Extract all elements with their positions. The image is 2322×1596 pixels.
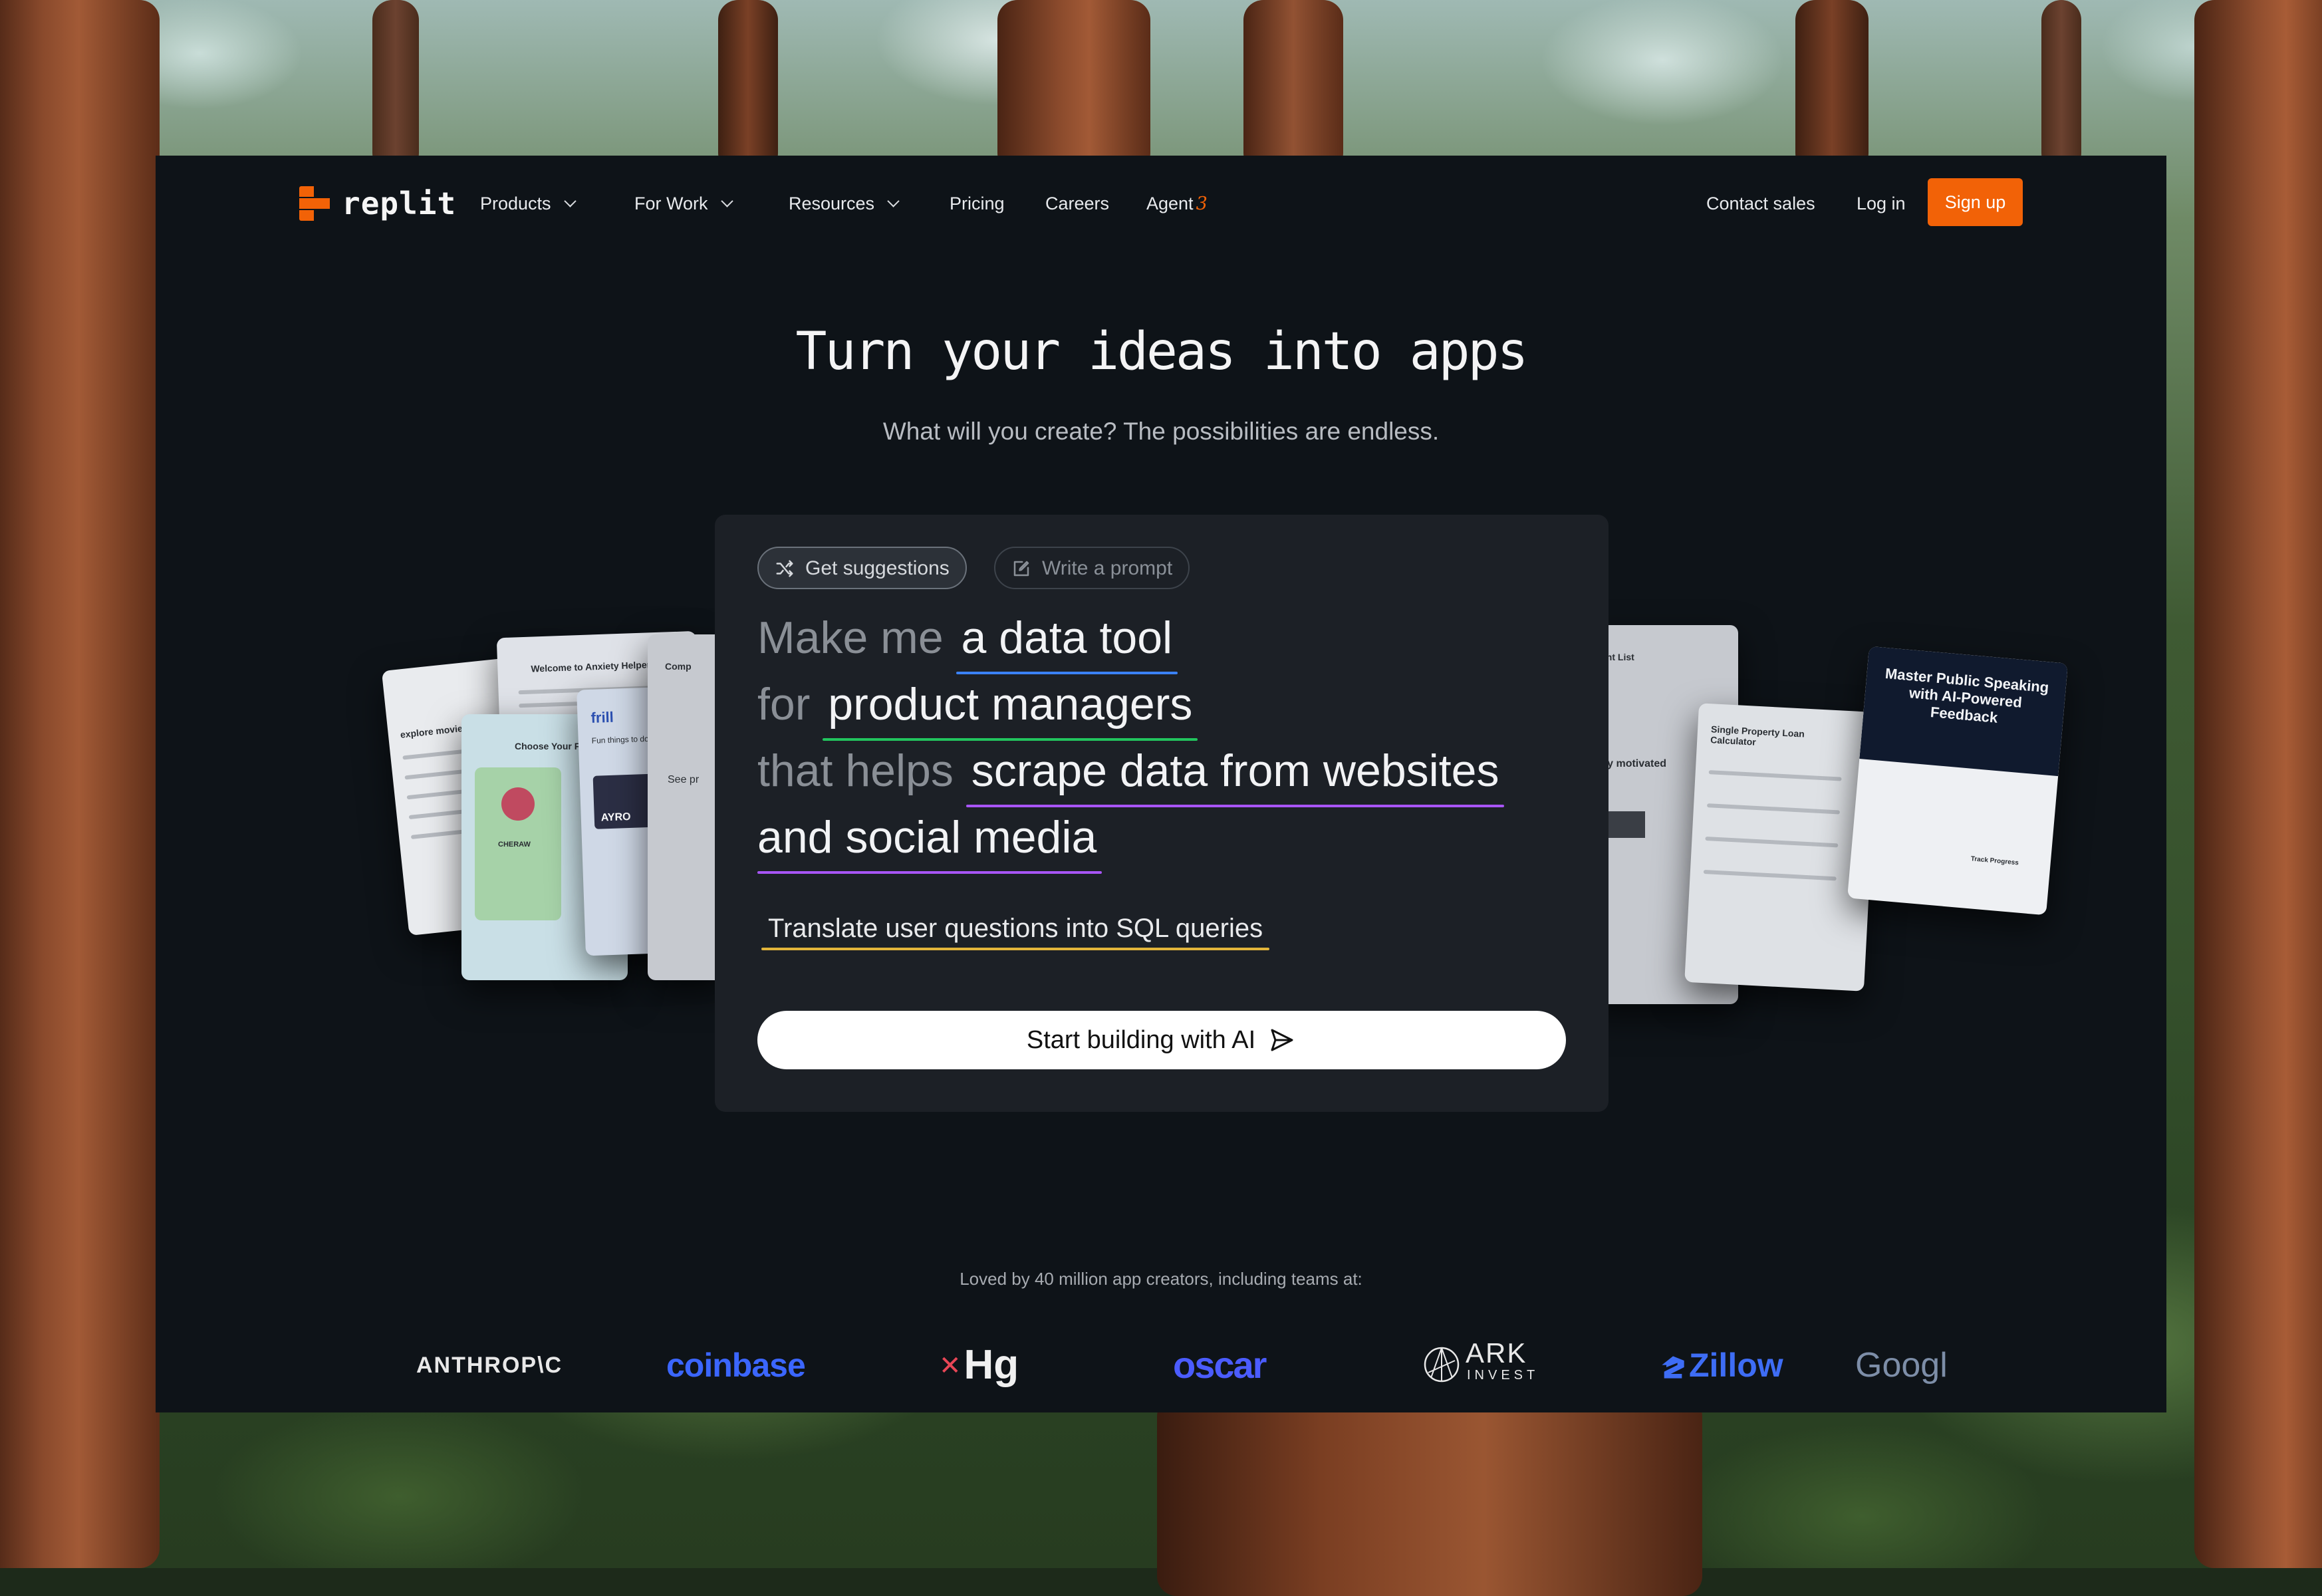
prompt-prefix: Make me (757, 612, 944, 663)
hg-logo: ✕Hg (939, 1342, 1019, 1389)
preview-card-subtitle: Track Progress (1970, 855, 2019, 867)
preview-card-title: Comp (665, 661, 692, 672)
nav-resources[interactable]: Resources (789, 189, 900, 218)
anthropic-logo: ANTHROP\C (416, 1353, 563, 1378)
prompt-value-text: a data tool (961, 612, 1173, 663)
social-proof-text: Loved by 40 million app creators, includ… (960, 1269, 1362, 1289)
zillow-logo: Zillow (1660, 1342, 1783, 1389)
prompt-box: Get suggestions Write a prompt Make me a… (715, 515, 1609, 1112)
get-suggestions-label: Get suggestions (805, 557, 950, 579)
prompt-line-3: that helps scrape data from websites (757, 741, 1505, 807)
tree-trunk (997, 0, 1150, 173)
ark-logo-subtext: INVEST (1467, 1368, 1539, 1383)
prompt-value-audience[interactable]: product managers (823, 674, 1198, 741)
agent-version-badge: 3 (1196, 194, 1208, 214)
suggestion-chip[interactable]: Translate user questions into SQL querie… (761, 914, 1270, 950)
tree-trunk (718, 0, 778, 173)
tree-trunk (1795, 0, 1869, 173)
google-logo: Googl (1855, 1346, 1948, 1385)
prompt-line-4: and social media (757, 807, 1102, 874)
coinbase-logo: coinbase (666, 1347, 806, 1384)
preview-card: Single Property Loan Calculator (1684, 703, 1878, 992)
sky-canopy (0, 0, 2322, 160)
preview-card-title: frill (590, 708, 614, 726)
log-in-link[interactable]: Log in (1857, 189, 1906, 218)
suggestion-underline (761, 948, 1270, 950)
prompt-prefix: for (757, 679, 811, 730)
send-icon (1271, 1029, 1293, 1051)
chevron-down-icon (563, 195, 577, 207)
preview-card-title: Choose Your Fr (515, 741, 584, 751)
zillow-house-icon (1662, 1356, 1684, 1379)
tree-trunk (1157, 1396, 1702, 1596)
ark-logo-text: ARK (1466, 1337, 1527, 1369)
chevron-down-icon (887, 195, 900, 207)
tree-trunk (0, 0, 160, 1568)
shuffle-icon (776, 560, 793, 577)
prompt-value-text: and social media (757, 812, 1097, 863)
replit-logo-icon (299, 186, 330, 221)
nav-for-work-label: For Work (634, 194, 708, 213)
nav-resources-label: Resources (789, 194, 875, 213)
hero-title: Turn your ideas into apps (795, 322, 1529, 382)
oscar-logo: oscar (1173, 1344, 1267, 1386)
nav-products-label: Products (480, 194, 551, 213)
preview-card: Master Public Speaking with AI-Powered F… (1847, 646, 2068, 916)
prompt-line-2: for product managers (757, 674, 1198, 741)
tree-trunk (372, 0, 419, 173)
chevron-down-icon (720, 195, 733, 207)
preview-card-label: CHERAW (498, 841, 531, 849)
preview-card-subtitle: See pr (668, 774, 700, 785)
write-a-prompt-tab[interactable]: Write a prompt (994, 547, 1190, 589)
write-a-prompt-label: Write a prompt (1042, 557, 1173, 579)
replit-logo[interactable]: replit (299, 185, 456, 222)
contact-sales-link[interactable]: Contact sales (1706, 189, 1815, 218)
preview-card-label: AYRO (600, 811, 631, 824)
prompt-value-task[interactable]: scrape data from websites (966, 741, 1505, 807)
hg-x-icon: ✕ (939, 1351, 962, 1381)
suggestion-text: Translate user questions into SQL querie… (768, 914, 1263, 943)
nav-pricing[interactable]: Pricing (950, 189, 1005, 218)
get-suggestions-tab[interactable]: Get suggestions (757, 547, 967, 589)
nav-products[interactable]: Products (480, 189, 577, 218)
prompt-line-1: Make me a data tool (757, 608, 1178, 674)
top-nav: replit Products For Work Resources Prici… (156, 156, 2166, 249)
start-building-button[interactable]: Start building with AI (757, 1011, 1566, 1069)
logo-text: replit (342, 186, 457, 221)
tree-trunk (2041, 0, 2081, 173)
nav-careers[interactable]: Careers (1045, 189, 1109, 218)
prompt-prefix: that helps (757, 745, 954, 796)
edit-icon (1013, 561, 1029, 577)
tree-trunk (1243, 0, 1343, 173)
ark-icon (1424, 1347, 1460, 1383)
nav-for-work[interactable]: For Work (634, 189, 733, 218)
preview-card-title: Welcome to Anxiety Helper (531, 659, 651, 674)
sign-up-button[interactable]: Sign up (1928, 178, 2023, 226)
hg-logo-text: Hg (964, 1342, 1019, 1388)
preview-card-title: Single Property Loan Calculator (1710, 724, 1805, 747)
zillow-logo-text: Zillow (1689, 1347, 1783, 1384)
start-building-label: Start building with AI (1026, 1026, 1256, 1054)
nav-agent-label: Agent (1146, 194, 1194, 213)
tree-trunk (2194, 0, 2322, 1568)
hero-subtitle: What will you create? The possibilities … (882, 418, 1440, 445)
nav-agent[interactable]: Agent 3 (1146, 189, 1208, 218)
prompt-value-task-cont[interactable]: and social media (757, 807, 1102, 874)
prompt-value-text: product managers (828, 679, 1193, 730)
replit-page: replit Products For Work Resources Prici… (156, 156, 2166, 1412)
prompt-value-tool[interactable]: a data tool (956, 608, 1178, 674)
prompt-value-text: scrape data from websites (971, 745, 1499, 796)
